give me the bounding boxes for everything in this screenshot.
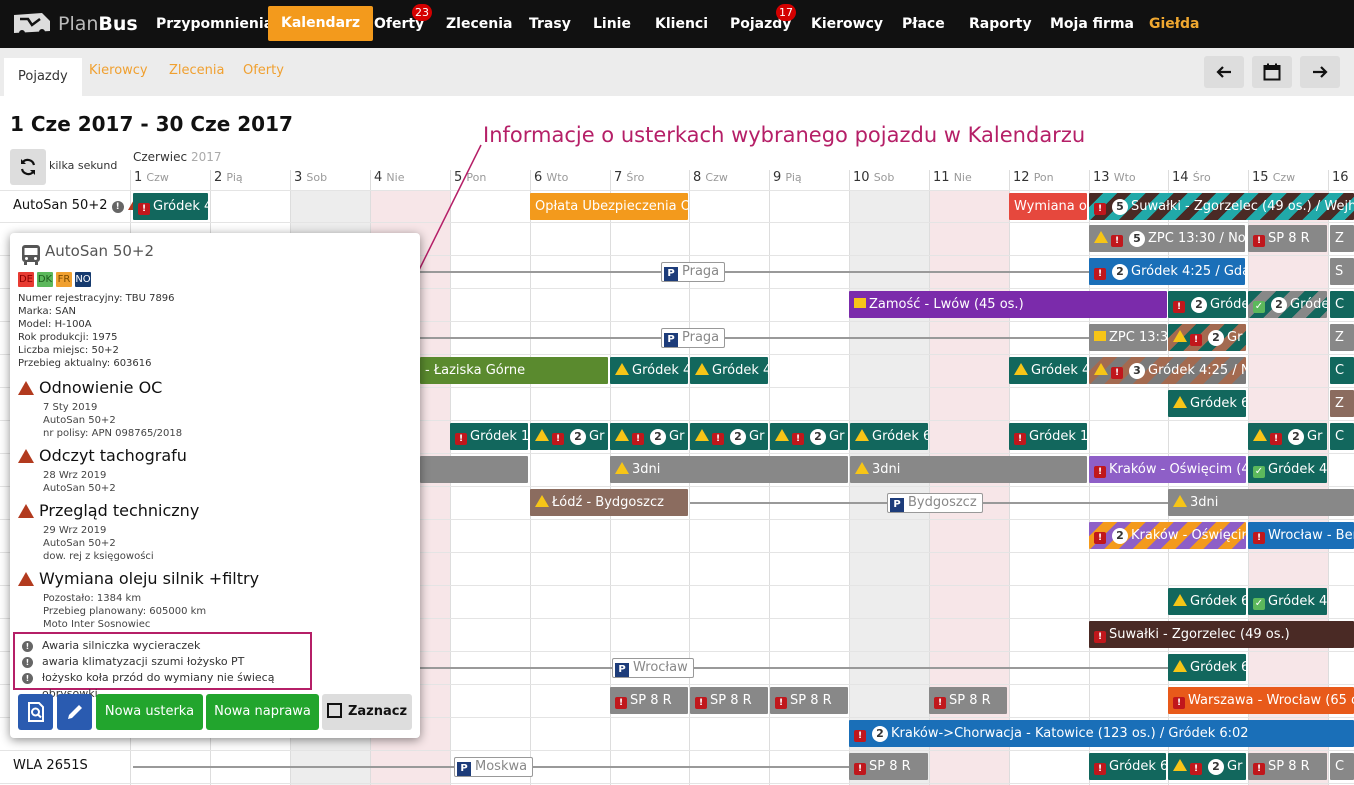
bus-icon xyxy=(22,245,40,265)
preview-vehicle-button[interactable] xyxy=(18,694,53,730)
new-fault-button[interactable]: Nowa usterka xyxy=(96,694,203,730)
reminder-title: Odnowienie OC xyxy=(39,378,163,397)
fault-item[interactable]: ! Awaria silniczka wycieraczek xyxy=(15,638,310,654)
country-flag-no: NO xyxy=(75,272,91,287)
info-brand: Marka: SAN xyxy=(18,306,77,317)
reminder-detail: AutoSan 50+2 xyxy=(43,415,116,426)
reminder-detail: 29 Wrz 2019 xyxy=(43,525,107,536)
reminder-detail: 28 Wrz 2019 xyxy=(43,470,107,481)
fault-icon: ! xyxy=(22,673,33,684)
reminder-detail: AutoSan 50+2 xyxy=(43,538,116,549)
new-repair-button[interactable]: Nowa naprawa xyxy=(206,694,319,730)
popup-vehicle-title: AutoSan 50+2 xyxy=(45,242,155,260)
reminder-detail: 7 Sty 2019 xyxy=(43,402,98,413)
faults-box: ! Awaria silniczka wycieraczek ! awaria kl… xyxy=(13,632,312,700)
info-model: Model: H-100A xyxy=(18,319,92,330)
reminder-title: Odczyt tachografu xyxy=(39,446,187,465)
reminder-item[interactable]: Przegląd techniczny 29 Wrz 2019 AutoSan … xyxy=(18,501,408,563)
reminder-item[interactable]: Odczyt tachografu 28 Wrz 2019 AutoSan 50… xyxy=(18,446,408,495)
reminder-detail: Przebieg planowany: 605000 km xyxy=(43,606,207,617)
fault-icon: ! xyxy=(22,641,33,652)
warning-icon xyxy=(18,381,34,395)
warning-icon xyxy=(18,449,34,463)
vehicle-details-popup: AutoSan 50+2 DE DK FR NO Numer rejestrac… xyxy=(10,233,420,738)
reminder-title: Przegląd techniczny xyxy=(39,501,200,520)
pencil-icon xyxy=(67,705,82,719)
info-mileage: Przebieg aktualny: 603616 xyxy=(18,358,152,369)
country-flag-fr: FR xyxy=(56,272,72,287)
info-seats: Liczba miejsc: 50+2 xyxy=(18,345,119,356)
info-year: Rok produkcji: 1975 xyxy=(18,332,118,343)
reminder-detail: AutoSan 50+2 xyxy=(43,483,116,494)
fault-item[interactable]: ! awaria klimatyzacji szumi łożysko PT xyxy=(15,654,310,670)
reminder-title: Wymiana oleju silnik +filtry xyxy=(39,569,260,588)
mark-button[interactable]: Zaznacz xyxy=(322,694,412,730)
reminder-detail: nr polisy: APN 098765/2018 xyxy=(43,428,183,439)
warning-icon xyxy=(18,572,34,586)
reminder-item[interactable]: Wymiana oleju silnik +filtry Pozostało: … xyxy=(18,569,408,631)
info-registration: Numer rejestracyjny: TBU 7896 xyxy=(18,293,175,304)
country-flags: DE DK FR NO xyxy=(18,272,91,287)
reminder-detail: Pozostało: 1384 km xyxy=(43,593,142,604)
checkbox-icon xyxy=(326,703,342,718)
country-flag-dk: DK xyxy=(37,272,53,287)
fault-icon: ! xyxy=(22,657,33,668)
reminder-detail: Moto Inter Sosnowiec xyxy=(43,619,151,630)
vehicle-info: Numer rejestracyjny: TBU 7896 Marka: SAN… xyxy=(18,292,175,370)
edit-vehicle-button[interactable] xyxy=(57,694,92,730)
reminder-detail: dow. rej z księgowości xyxy=(43,551,154,562)
warning-icon xyxy=(18,504,34,518)
document-search-icon xyxy=(27,702,44,722)
country-flag-de: DE xyxy=(18,272,34,287)
reminder-item[interactable]: Odnowienie OC 7 Sty 2019 AutoSan 50+2 nr… xyxy=(18,378,408,440)
